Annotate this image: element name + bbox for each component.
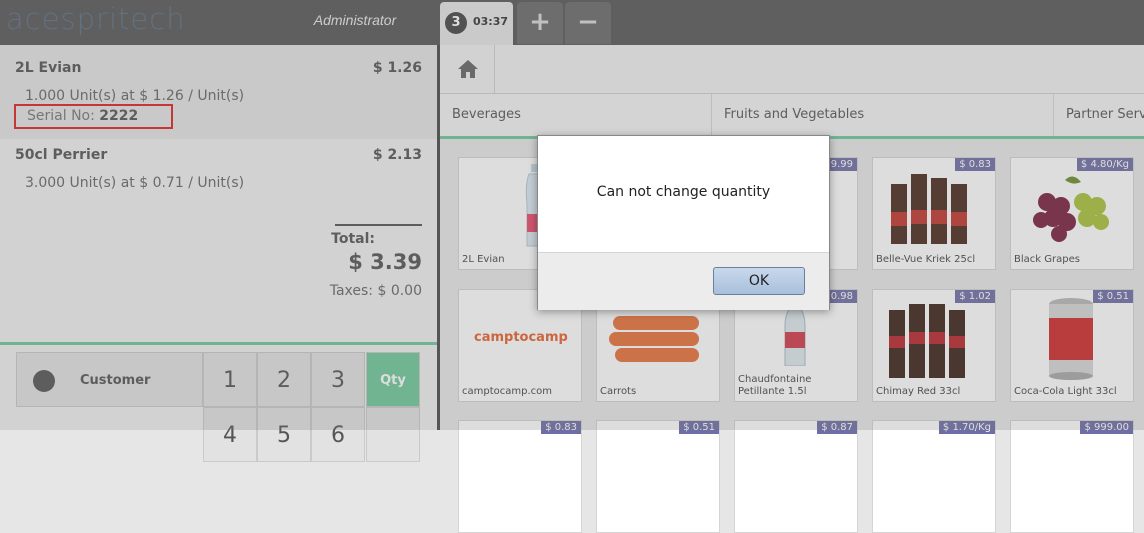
dialog-footer: OK <box>538 252 829 310</box>
alert-dialog: Can not change quantity OK <box>537 135 830 310</box>
product-card[interactable]: $ 0.83 <box>458 420 582 533</box>
product-card[interactable]: $ 0.87 <box>734 420 858 533</box>
ok-button[interactable]: OK <box>713 267 805 295</box>
dialog-message: Can not change quantity <box>596 184 771 200</box>
product-card[interactable]: $ 1.70/Kg <box>872 420 996 533</box>
product-card[interactable]: $ 999.00 <box>1010 420 1134 533</box>
product-card[interactable]: $ 0.51 <box>596 420 720 533</box>
